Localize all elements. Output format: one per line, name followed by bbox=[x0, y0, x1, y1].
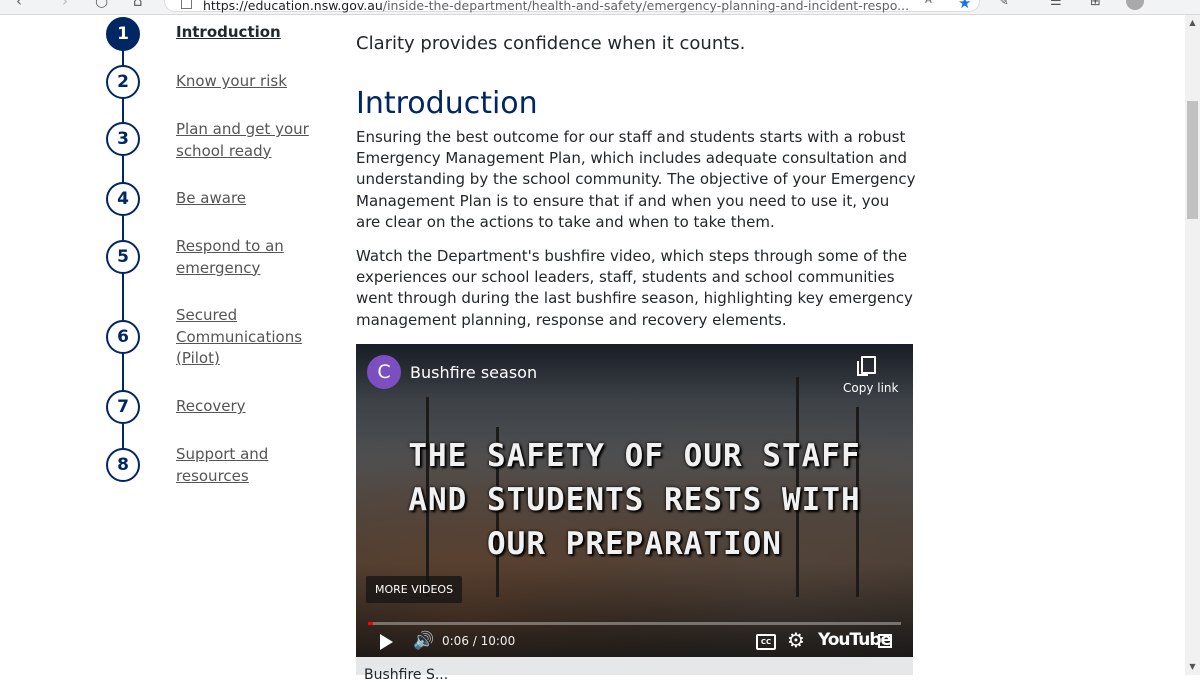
step-link-secured-communications[interactable]: Secured Communications (Pilot) bbox=[176, 305, 311, 370]
section-heading: Introduction bbox=[356, 86, 538, 121]
forward-icon[interactable]: › bbox=[62, 0, 68, 9]
overlay-line-2: AND STUDENTS RESTS WITH bbox=[408, 482, 861, 518]
video-caption-text: Bushfire S... bbox=[364, 667, 449, 683]
captions-icon[interactable]: CC bbox=[756, 634, 776, 650]
channel-avatar[interactable]: C bbox=[367, 355, 401, 389]
step-link-know-your-risk[interactable]: Know your risk bbox=[176, 71, 311, 93]
more-videos-button[interactable]: MORE VIDEOS bbox=[366, 576, 463, 603]
page-lede: Clarity provides confidence when it coun… bbox=[356, 33, 746, 54]
step-number-8[interactable]: 8 bbox=[106, 448, 140, 482]
fullscreen-icon[interactable] bbox=[878, 634, 892, 648]
profile-icon[interactable] bbox=[1126, 0, 1144, 10]
scroll-up-icon[interactable]: ▲ bbox=[1185, 15, 1200, 30]
reading-list-icon[interactable]: ☰ bbox=[1050, 0, 1062, 9]
page-scrollbar[interactable]: ▲ ▼ bbox=[1185, 15, 1200, 675]
scroll-down-icon[interactable]: ▼ bbox=[1185, 660, 1200, 675]
youtube-video-player[interactable]: C Bushfire season Copy link THE SAFETY O… bbox=[356, 344, 913, 657]
step-link-be-aware[interactable]: Be aware bbox=[176, 188, 311, 210]
step-number-7[interactable]: 7 bbox=[106, 390, 140, 424]
collections-icon[interactable]: ⊞ bbox=[1090, 0, 1101, 9]
step-link-respond[interactable]: Respond to an emergency bbox=[176, 236, 311, 279]
copy-link-button[interactable]: Copy link bbox=[843, 381, 898, 395]
step-number-5[interactable]: 5 bbox=[106, 240, 140, 274]
browser-toolbar: ‹ › ○ ⌂ https://education.nsw.gov.au/ins… bbox=[0, 0, 1200, 15]
play-icon[interactable] bbox=[380, 634, 393, 650]
page-info-icon[interactable] bbox=[181, 0, 192, 9]
video-caption-bar: Bushfire S... bbox=[356, 657, 913, 683]
video-intro-paragraph: Watch the Department's bushfire video, w… bbox=[356, 247, 913, 329]
address-bar[interactable]: https://education.nsw.gov.au/inside-the-… bbox=[164, 0, 980, 13]
read-aloud-icon[interactable]: A bbox=[925, 0, 932, 8]
step-link-support[interactable]: Support and resources bbox=[176, 444, 311, 487]
step-number-6[interactable]: 6 bbox=[106, 320, 140, 354]
video-progress-bar[interactable] bbox=[368, 622, 901, 625]
step-link-plan[interactable]: Plan and get your school ready bbox=[176, 119, 311, 162]
overlay-line-1: THE SAFETY OF OUR STAFF bbox=[408, 438, 861, 474]
step-link-introduction[interactable]: Introduction bbox=[176, 22, 311, 44]
step-number-1[interactable]: 1 bbox=[106, 17, 140, 51]
star-icon[interactable]: ★ bbox=[958, 0, 971, 12]
step-number-4[interactable]: 4 bbox=[106, 182, 140, 216]
settings-gear-icon[interactable]: ⚙ bbox=[787, 628, 805, 652]
overlay-line-3: OUR PREPARATION bbox=[487, 526, 782, 562]
step-number-3[interactable]: 3 bbox=[106, 122, 140, 156]
step-link-recovery[interactable]: Recovery bbox=[176, 396, 311, 418]
url-text: https://education.nsw.gov.au/inside-the-… bbox=[203, 0, 910, 13]
copy-icon[interactable] bbox=[857, 356, 876, 376]
intro-paragraph: Ensuring the best outcome for our staff … bbox=[356, 128, 916, 231]
home-icon[interactable]: ⌂ bbox=[133, 0, 143, 9]
reload-icon[interactable]: ○ bbox=[95, 0, 108, 9]
video-title[interactable]: Bushfire season bbox=[410, 363, 537, 382]
back-icon[interactable]: ‹ bbox=[16, 0, 22, 9]
scrollbar-thumb[interactable] bbox=[1187, 101, 1198, 219]
video-time: 0:06 / 10:00 bbox=[442, 634, 516, 648]
step-number-2[interactable]: 2 bbox=[106, 65, 140, 99]
video-overlay-text: THE SAFETY OF OUR STAFF AND STUDENTS RES… bbox=[356, 434, 913, 566]
extension-icon[interactable]: ✎ bbox=[998, 0, 1009, 9]
volume-icon[interactable]: 🔊 bbox=[413, 631, 434, 651]
video-progress-fill bbox=[368, 622, 374, 625]
